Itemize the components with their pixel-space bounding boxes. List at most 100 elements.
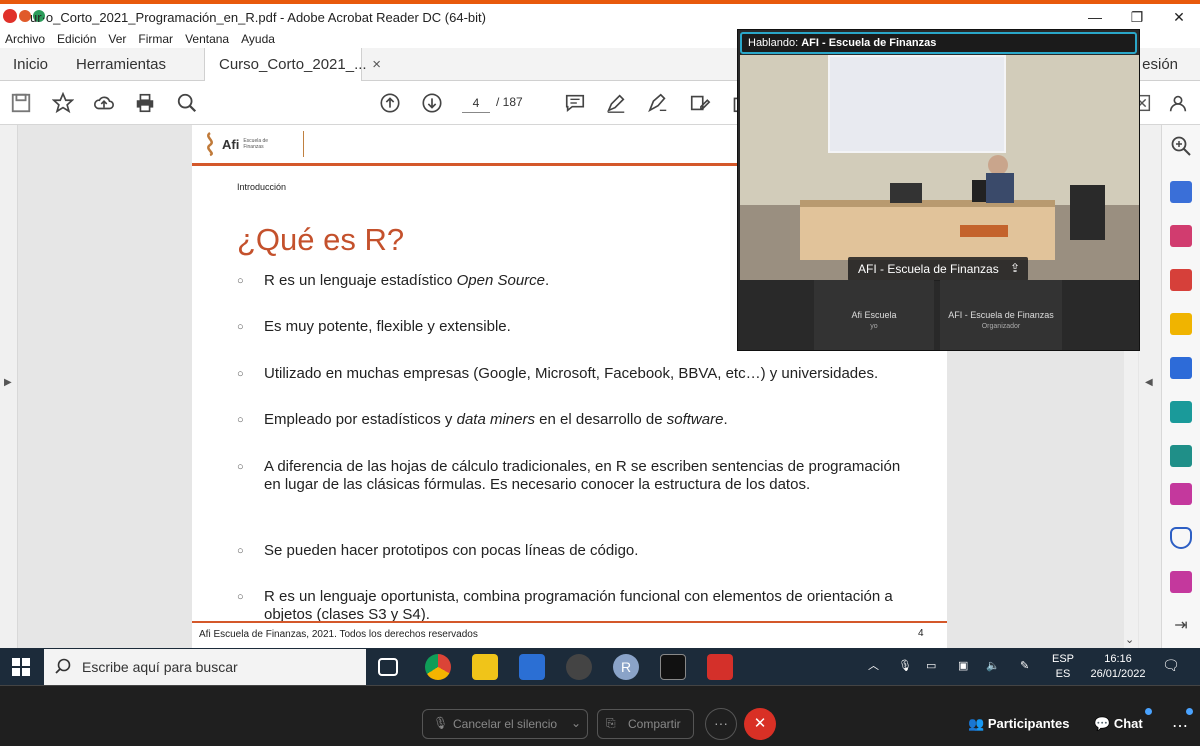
footer-rule bbox=[192, 621, 947, 623]
maximize-button[interactable]: ❐ bbox=[1116, 4, 1158, 30]
collapse-panel-icon[interactable]: ⇥ bbox=[1170, 615, 1192, 637]
speaking-label: Hablando: bbox=[748, 37, 799, 49]
signin-link[interactable]: esión bbox=[1142, 56, 1178, 73]
sign-icon[interactable] bbox=[646, 91, 670, 115]
fill-sign-icon[interactable] bbox=[1170, 483, 1192, 505]
network-icon[interactable]: ▣ bbox=[958, 659, 968, 674]
zoom-in-icon[interactable] bbox=[1170, 135, 1192, 157]
comment-icon[interactable] bbox=[563, 91, 587, 115]
previous-page-icon[interactable] bbox=[378, 91, 402, 115]
obs-icon[interactable] bbox=[566, 654, 592, 680]
menu-firmar[interactable]: Firmar bbox=[138, 30, 173, 48]
participant-role: yo bbox=[870, 323, 878, 330]
close-window-button[interactable]: ✕ bbox=[1158, 4, 1200, 30]
battery-icon[interactable]: ▭ bbox=[926, 659, 936, 674]
cloud-upload-icon[interactable] bbox=[92, 91, 116, 115]
next-page-icon[interactable] bbox=[420, 91, 444, 115]
speaking-name: AFI - Escuela de Finanzas bbox=[801, 37, 937, 49]
participants-icon: 👥 bbox=[968, 716, 985, 731]
volume-icon[interactable]: 🔈 bbox=[986, 659, 1000, 674]
protect-icon[interactable] bbox=[1170, 445, 1192, 467]
bullet-emphasis: Open Source bbox=[456, 272, 546, 289]
highlight-icon[interactable] bbox=[604, 91, 628, 115]
bullet-circle-icon: ○ bbox=[237, 414, 244, 426]
unmute-label: Cancelar el silencio bbox=[453, 717, 558, 731]
window-controls: — ❐ ✕ bbox=[1074, 4, 1200, 30]
tab-document[interactable]: Curso_Corto_2021_... × bbox=[204, 48, 381, 81]
tab-herramientas[interactable]: Herramientas bbox=[76, 56, 166, 73]
more-options-button[interactable]: ··· bbox=[705, 708, 737, 740]
account-icon[interactable] bbox=[1166, 91, 1190, 115]
print-icon[interactable] bbox=[133, 91, 157, 115]
window-title: ur·o_Corto_2021_Programación_en_R.pdf - … bbox=[30, 10, 486, 25]
save-icon[interactable] bbox=[9, 91, 33, 115]
menu-edicion[interactable]: Edición bbox=[57, 30, 96, 48]
scroll-down-icon[interactable]: ⌄ bbox=[1125, 633, 1134, 646]
zoom-search-icon[interactable] bbox=[175, 91, 199, 115]
participant-tile[interactable]: Afi Escuela yo bbox=[814, 280, 934, 350]
tab-document-label: Curso_Corto_2021_... bbox=[219, 56, 367, 73]
title-bar: ur·o_Corto_2021_Programación_en_R.pdf - … bbox=[0, 4, 1200, 30]
bullet-text-end: . bbox=[545, 272, 550, 289]
r-app-icon[interactable]: R bbox=[613, 654, 639, 680]
menu-archivo[interactable]: Archivo bbox=[5, 30, 45, 48]
bullet-circle-icon: ○ bbox=[237, 321, 244, 333]
file-explorer-icon[interactable] bbox=[472, 654, 498, 680]
bullet-text: Utilizado en muchas empresas (Google, Mi… bbox=[264, 365, 879, 382]
organize-pages-icon[interactable] bbox=[1170, 269, 1192, 291]
chat-button[interactable]: 💬 Chat bbox=[1094, 716, 1143, 732]
chrome-icon[interactable] bbox=[425, 654, 451, 680]
star-icon[interactable] bbox=[51, 91, 75, 115]
clock-date: 26/01/2022 bbox=[1090, 668, 1146, 680]
tools-side-panel: ⇥ bbox=[1161, 125, 1200, 648]
combine-files-icon[interactable] bbox=[1170, 357, 1192, 379]
acrobat-taskbar-icon[interactable] bbox=[707, 654, 733, 680]
windows-start-icon[interactable] bbox=[12, 658, 30, 676]
export-pdf-icon[interactable] bbox=[1170, 181, 1192, 203]
more-menu-icon[interactable]: ⋯ bbox=[1172, 716, 1188, 736]
page-number-input[interactable]: 4 bbox=[462, 93, 490, 113]
minimize-button[interactable]: — bbox=[1074, 4, 1116, 30]
notifications-icon[interactable]: 🗨 bbox=[1162, 658, 1180, 673]
create-pdf-icon[interactable] bbox=[1170, 225, 1192, 247]
shield-icon[interactable] bbox=[1170, 527, 1192, 549]
mail-icon[interactable] bbox=[519, 654, 545, 680]
video-feed bbox=[740, 55, 1139, 280]
section-label: Introducción bbox=[237, 182, 287, 192]
bullet-circle-icon: ○ bbox=[237, 461, 244, 473]
participants-button[interactable]: 👥 Participantes bbox=[968, 716, 1069, 732]
microphone-icon[interactable]: 🎙 bbox=[898, 659, 912, 674]
pen-icon[interactable]: ✎ bbox=[1020, 659, 1029, 674]
desktop-screen: ur·o_Corto_2021_Programación_en_R.pdf - … bbox=[0, 0, 1200, 686]
participant-tile[interactable]: AFI - Escuela de Finanzas Organizador bbox=[940, 280, 1062, 350]
tab-close-icon[interactable]: × bbox=[372, 56, 381, 73]
menu-ayuda[interactable]: Ayuda bbox=[241, 30, 275, 48]
collapse-right-panel-icon[interactable]: ◀ bbox=[1145, 377, 1153, 388]
windows-taskbar: Escribe aquí para buscar R ︿ 🎙 ▭ ▣ 🔈 ✎ E… bbox=[0, 648, 1200, 685]
share-icon: ⎘ bbox=[606, 716, 616, 730]
leave-meeting-button[interactable]: ✕ bbox=[744, 708, 776, 740]
menu-ver[interactable]: Ver bbox=[108, 30, 126, 48]
share-button[interactable]: ⎘ Compartir bbox=[597, 709, 694, 739]
share-screen-icon[interactable]: ⇪ bbox=[1010, 261, 1020, 275]
taskbar-search-box[interactable]: Escribe aquí para buscar bbox=[44, 649, 366, 685]
tab-inicio[interactable]: Inicio bbox=[13, 56, 48, 73]
search-icon bbox=[54, 657, 72, 678]
clock[interactable]: 16:16 26/01/2022 bbox=[1088, 652, 1148, 682]
task-view-icon[interactable] bbox=[378, 658, 398, 676]
input-language[interactable]: ESP ES bbox=[1052, 652, 1074, 682]
mic-off-icon: 🎙 bbox=[433, 716, 449, 730]
menu-ventana[interactable]: Ventana bbox=[185, 30, 229, 48]
participant-name: Afi Escuela bbox=[851, 310, 897, 320]
stamp-icon[interactable] bbox=[1170, 571, 1192, 593]
afi-logo: Afi Escuela de Finanzas bbox=[202, 129, 305, 159]
unmute-button[interactable]: 🎙 Cancelar el silencio ⌄ bbox=[422, 709, 588, 739]
bullet-text-end: . bbox=[723, 411, 728, 428]
expand-left-panel-icon[interactable]: ▶ bbox=[4, 377, 12, 388]
meeting-controls-bar: 🎙 Cancelar el silencio ⌄ ⎘ Compartir ···… bbox=[0, 686, 1200, 746]
comment-tool-icon[interactable] bbox=[1170, 313, 1192, 335]
terminal-icon[interactable] bbox=[660, 654, 686, 680]
scan-ocr-icon[interactable] bbox=[1170, 401, 1192, 423]
show-hidden-icons-icon[interactable]: ︿ bbox=[868, 659, 879, 674]
edit-pdf-icon[interactable] bbox=[688, 91, 712, 115]
